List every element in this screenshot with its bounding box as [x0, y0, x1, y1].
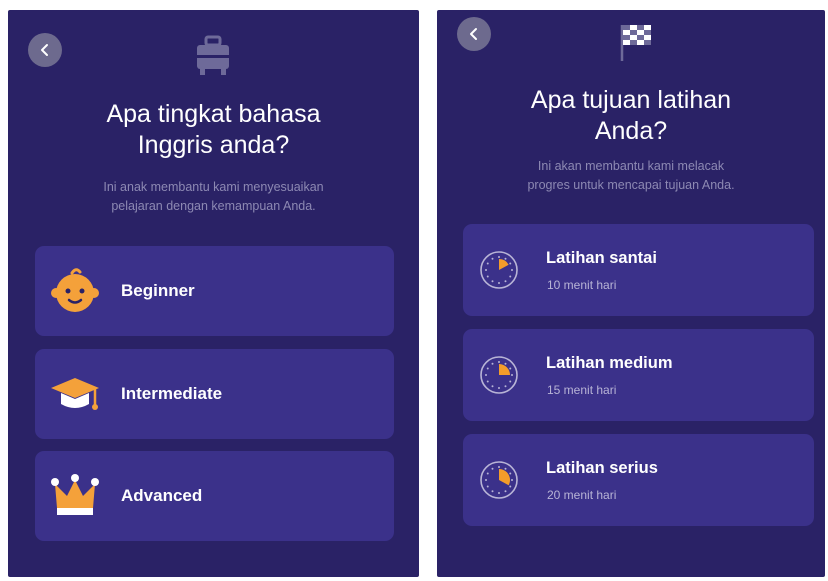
option-label: Intermediate [121, 384, 223, 403]
crown-icon [51, 474, 99, 515]
option-latihan-serius[interactable]: Latihan serius 20 menit hari [463, 434, 814, 526]
goal-screen: Apa tujuan latihan Anda? Ini akan memban… [437, 10, 825, 577]
baby-face-icon [51, 268, 99, 312]
timer-icon [480, 356, 518, 394]
option-label: Advanced [121, 486, 203, 505]
page-subtitle: Ini akan membantu kami melacak progres u… [527, 159, 735, 192]
option-label: Latihan serius [546, 459, 658, 477]
option-latihan-medium[interactable]: Latihan medium 15 menit hari [463, 329, 814, 421]
option-intermediate[interactable]: Intermediate [35, 349, 394, 439]
checkered-flag-icon [620, 25, 651, 61]
timer-icon [480, 461, 518, 499]
graduation-cap-icon [51, 378, 99, 410]
page-title: Apa tingkat bahasa Inggris anda? [106, 100, 321, 159]
option-duration: 10 menit hari [547, 278, 617, 292]
level-screen: Apa tingkat bahasa Inggris anda? Ini ana… [8, 10, 419, 577]
option-duration: 15 menit hari [547, 383, 617, 397]
option-duration: 20 menit hari [547, 488, 617, 502]
option-label: Beginner [121, 281, 195, 300]
timer-icon [480, 251, 518, 289]
option-advanced[interactable]: Advanced [35, 451, 394, 541]
option-beginner[interactable]: Beginner [35, 246, 394, 336]
page-subtitle: Ini anak membantu kami menyesuaikan pela… [103, 180, 324, 213]
option-label: Latihan santai [546, 249, 657, 267]
chevron-left-icon [41, 44, 48, 56]
back-button[interactable] [457, 17, 491, 51]
page-title: Apa tujuan latihan Anda? [530, 86, 732, 145]
chevron-left-icon [470, 28, 477, 40]
back-button[interactable] [28, 33, 62, 67]
briefcase-icon [197, 35, 229, 75]
option-latihan-santai[interactable]: Latihan santai 10 menit hari [463, 224, 814, 316]
option-label: Latihan medium [546, 354, 673, 372]
